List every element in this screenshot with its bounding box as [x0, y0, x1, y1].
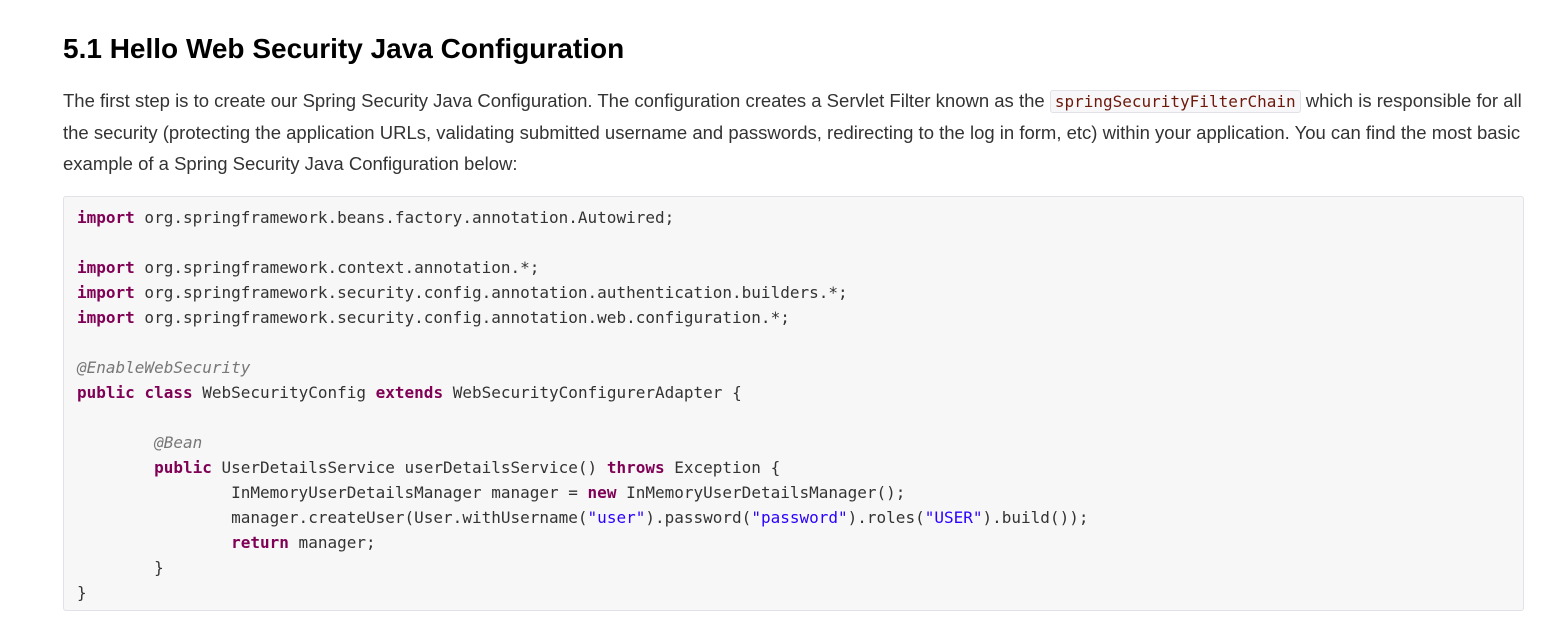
code-text: WebSecurityConfig [192, 383, 376, 402]
code-keyword: import [77, 283, 135, 302]
code-keyword: throws [606, 458, 665, 477]
code-keyword: extends [375, 383, 444, 402]
code-text: ).password( [645, 508, 752, 527]
code-line: import org.springframework.context.annot… [77, 255, 1523, 280]
code-line: import org.springframework.security.conf… [77, 305, 1523, 330]
code-text: ).build()); [982, 508, 1089, 527]
code-string: "user" [587, 508, 646, 527]
code-text: org.springframework.security.config.anno… [134, 308, 790, 327]
section-title: 5.1 Hello Web Security Java Configuratio… [63, 33, 625, 64]
code-line: public class WebSecurityConfig extends W… [77, 380, 1523, 405]
code-string: "password" [751, 508, 848, 527]
code-keyword: new [587, 483, 617, 502]
code-line: import org.springframework.security.conf… [77, 280, 1523, 305]
code-text: } [77, 558, 164, 577]
code-annotation: @EnableWebSecurity [77, 358, 251, 377]
code-line: public UserDetailsService userDetailsSer… [77, 455, 1523, 480]
code-text: org.springframework.beans.factory.annota… [134, 208, 675, 227]
intro-text-part1: The first step is to create our Spring S… [63, 90, 1050, 111]
code-line: return manager; [77, 530, 1523, 555]
code-keyword: return [231, 533, 289, 552]
code-text: InMemoryUserDetailsManager manager = [77, 483, 588, 502]
code-text: manager; [288, 533, 376, 552]
code-listing: import org.springframework.beans.factory… [64, 197, 1523, 605]
code-line: InMemoryUserDetailsManager manager = new… [77, 480, 1523, 505]
code-string: "USER" [924, 508, 983, 527]
code-keyword: import [77, 258, 135, 277]
code-text: UserDetailsService userDetailsService() [211, 458, 607, 477]
code-line: } [77, 555, 1523, 580]
code-text: manager.createUser(User.withUsername( [77, 508, 588, 527]
code-block[interactable]: import org.springframework.beans.factory… [63, 196, 1524, 611]
code-text: WebSecurityConfigurerAdapter { [443, 383, 742, 402]
code-line: import org.springframework.beans.factory… [77, 205, 1523, 230]
code-keyword: public [154, 458, 212, 477]
code-text: Exception { [664, 458, 781, 477]
code-keyword: import [77, 308, 135, 327]
code-line: } [77, 580, 1523, 605]
code-text: } [77, 583, 87, 602]
code-line: manager.createUser(User.withUsername("us… [77, 505, 1523, 530]
code-text: org.springframework.context.annotation.*… [134, 258, 540, 277]
code-line: @Bean [77, 430, 1523, 455]
code-text: org.springframework.security.config.anno… [134, 283, 848, 302]
code-keyword: public [77, 383, 135, 402]
code-keyword: class [144, 383, 193, 402]
code-line: @EnableWebSecurity [77, 355, 1523, 380]
inline-code-filter-chain: springSecurityFilterChain [1049, 90, 1301, 113]
code-text: ).roles( [847, 508, 925, 527]
code-keyword: import [77, 208, 135, 227]
intro-paragraph: The first step is to create our Spring S… [63, 85, 1526, 179]
code-annotation: @Bean [154, 433, 203, 452]
code-text: InMemoryUserDetailsManager(); [616, 483, 906, 502]
